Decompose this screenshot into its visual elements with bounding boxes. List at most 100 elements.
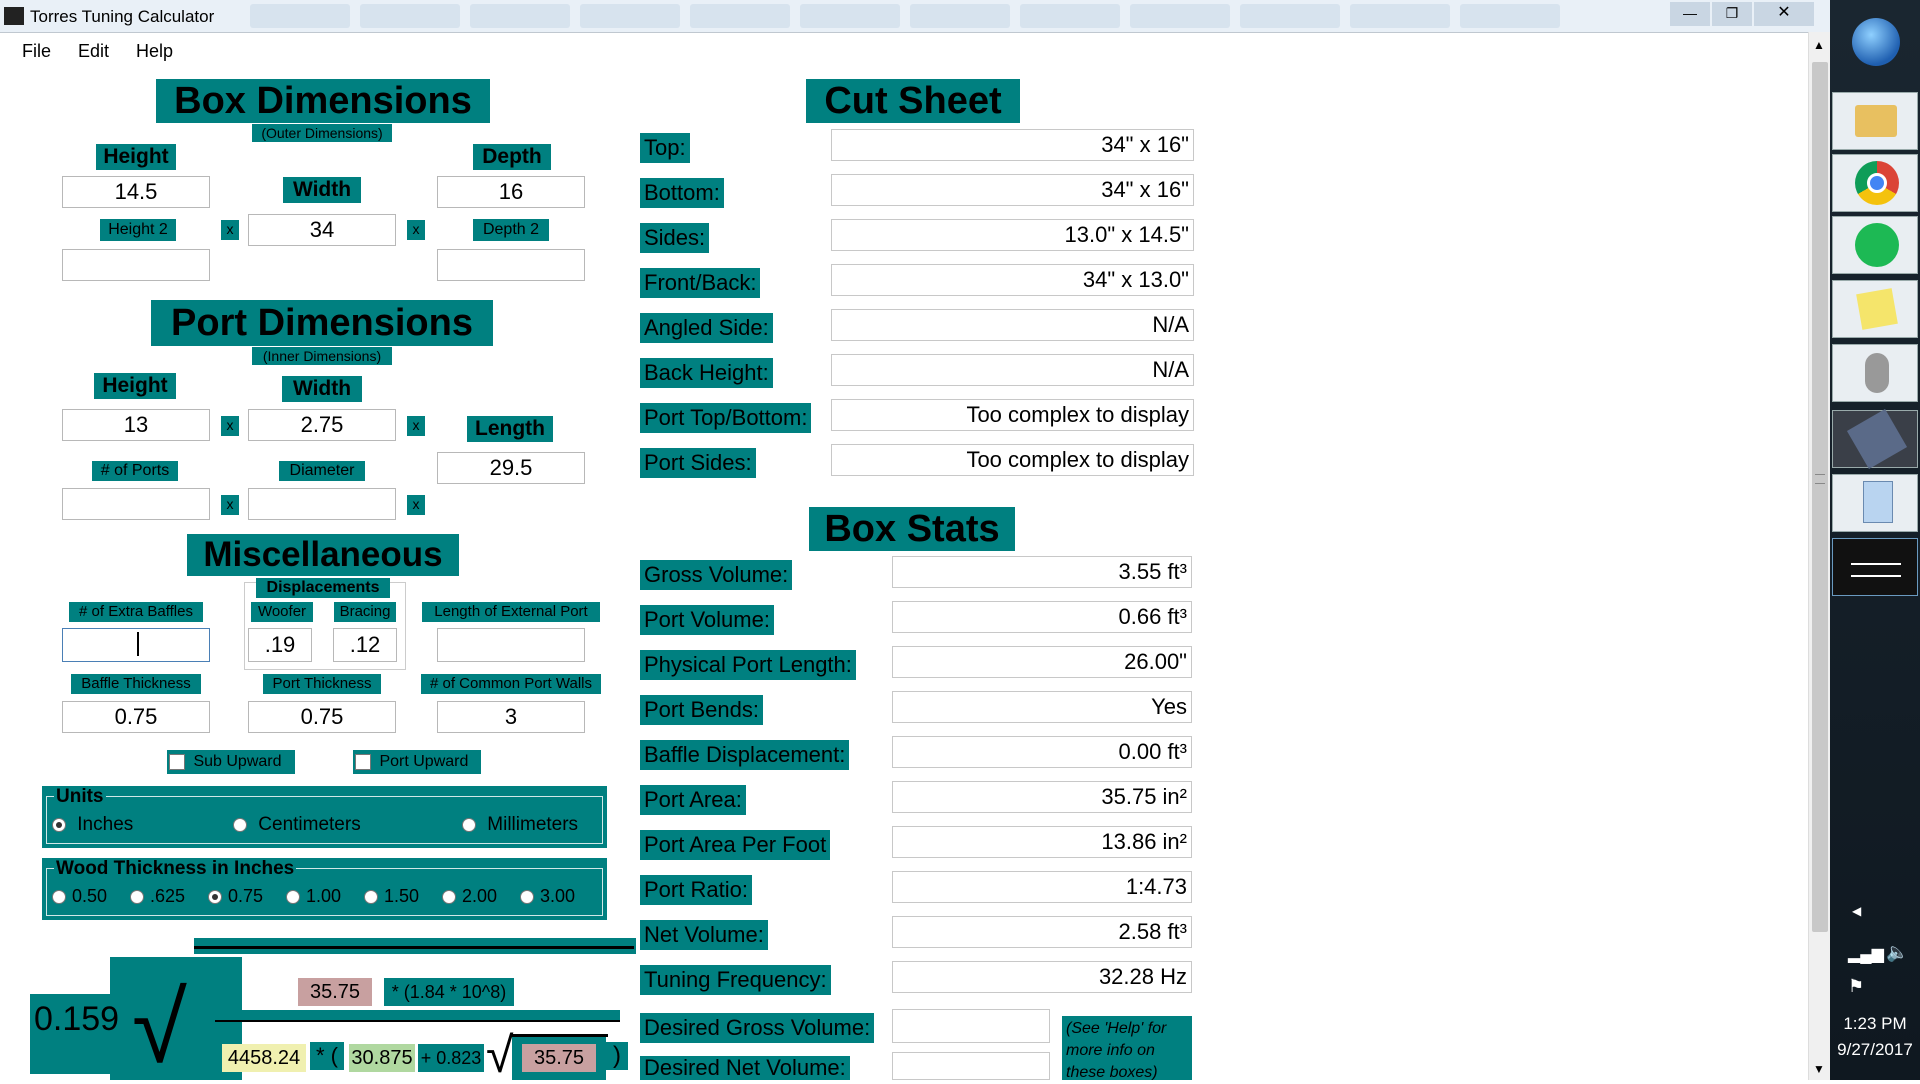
box-height-input[interactable] — [62, 176, 210, 208]
action-center-flag-icon[interactable]: ⚑ — [1848, 976, 1864, 997]
wood-option-2.00[interactable]: 2.00 — [442, 886, 497, 907]
clock-date[interactable]: 9/27/2017 — [1830, 1040, 1920, 1060]
background-tab[interactable] — [1130, 4, 1230, 28]
common-port-walls-input[interactable] — [437, 701, 585, 733]
clock-time[interactable]: 1:23 PM — [1830, 1014, 1920, 1034]
formula-port-area-value: 35.75 — [298, 978, 372, 1006]
tray-expand-icon[interactable]: ◀ — [1852, 904, 1861, 918]
background-tab[interactable] — [1460, 4, 1560, 28]
box-width-input[interactable] — [248, 214, 396, 246]
port-width-input[interactable] — [248, 409, 396, 441]
cut-sheet-label: Port Top/Bottom: — [640, 403, 812, 433]
cut-sheet-value: N/A — [831, 354, 1194, 386]
port-upward-checkbox[interactable]: Port Upward — [353, 750, 481, 774]
menu-file[interactable]: File — [22, 41, 51, 62]
baffle-thickness-label: Baffle Thickness — [71, 674, 201, 694]
scroll-up-arrow[interactable]: ▲ — [1813, 38, 1825, 52]
checkbox-icon — [169, 753, 185, 770]
taskbar-torres-tuning[interactable] — [1832, 538, 1918, 596]
units-inches-radio[interactable]: Inches — [52, 814, 133, 836]
vertical-scrollbar[interactable]: ▲ ▼ — [1808, 32, 1831, 1080]
box-stats-value: 35.75 in² — [892, 781, 1192, 813]
cut-sheet-label: Angled Side: — [640, 313, 773, 343]
port-thickness-label: Port Thickness — [263, 674, 381, 694]
external-port-length-input[interactable] — [437, 628, 585, 662]
taskbar-calculator[interactable] — [1832, 474, 1918, 532]
radio-icon — [233, 817, 247, 832]
wood-option-label: 3.00 — [540, 886, 576, 906]
wood-option-1.50[interactable]: 1.50 — [364, 886, 419, 907]
desired-gross-volume-input[interactable] — [892, 1009, 1050, 1043]
background-tab[interactable] — [580, 4, 680, 28]
cut-sheet-label: Back Height: — [640, 358, 773, 388]
box-stats-label: Port Volume: — [640, 605, 774, 635]
box-dimensions-subtitle: (Outer Dimensions) — [252, 124, 392, 142]
scroll-thumb[interactable] — [1812, 62, 1828, 932]
wood-option-3.00[interactable]: 3.00 — [520, 886, 575, 907]
port-height-input[interactable] — [62, 409, 210, 441]
wood-option-1.00[interactable]: 1.00 — [286, 886, 341, 907]
background-tab[interactable] — [1020, 4, 1120, 28]
baffle-thickness-input[interactable] — [62, 701, 210, 733]
scroll-down-arrow[interactable]: ▼ — [1813, 1062, 1825, 1076]
background-tab[interactable] — [1350, 4, 1450, 28]
bracing-displacement-input[interactable] — [333, 628, 397, 662]
taskbar-chrome[interactable] — [1832, 154, 1918, 212]
box-stats-value: 0.66 ft³ — [892, 601, 1192, 633]
box-stats-value: 2.58 ft³ — [892, 916, 1192, 948]
port-diameter-input[interactable] — [248, 488, 396, 520]
box-stats-label: Port Area: — [640, 785, 746, 815]
taskbar-spotify[interactable] — [1832, 216, 1918, 274]
menu-bar: File Edit Help — [0, 33, 1810, 67]
box-depth2-input[interactable] — [437, 249, 585, 281]
port-width-label: Width — [282, 376, 362, 402]
box-depth2-label: Depth 2 — [473, 219, 549, 241]
maximize-button[interactable]: ❐ — [1712, 2, 1752, 26]
close-button[interactable]: ✕ — [1754, 2, 1814, 26]
start-button[interactable] — [1852, 18, 1900, 66]
menu-edit[interactable]: Edit — [78, 41, 109, 62]
extra-baffles-input[interactable] — [62, 628, 210, 662]
formula-close-paren: ) — [606, 1042, 628, 1070]
sticky-notes-icon — [1856, 288, 1898, 330]
menu-help[interactable]: Help — [136, 41, 173, 62]
taskbar-file-explorer[interactable] — [1832, 92, 1918, 150]
port-diameter-label: Diameter — [279, 461, 365, 481]
minimize-button[interactable]: — — [1670, 2, 1710, 26]
sub-upward-checkbox[interactable]: Sub Upward — [167, 750, 295, 774]
background-tab[interactable] — [360, 4, 460, 28]
network-icon[interactable]: ▂▄▆ — [1848, 944, 1884, 964]
wood-option-.625[interactable]: .625 — [130, 886, 185, 907]
background-tab[interactable] — [1240, 4, 1340, 28]
taskbar-sticky-notes[interactable] — [1832, 280, 1918, 338]
woofer-label: Woofer — [251, 602, 313, 622]
wood-option-0.75[interactable]: 0.75 — [208, 886, 263, 907]
background-tab[interactable] — [250, 4, 350, 28]
background-tab[interactable] — [690, 4, 790, 28]
radio-icon — [462, 817, 476, 832]
formula-length-value: 30.875 — [349, 1044, 415, 1072]
units-cm-radio[interactable]: Centimeters — [233, 814, 361, 836]
box-height2-input[interactable] — [62, 249, 210, 281]
volume-icon[interactable]: 🔈 — [1886, 942, 1908, 963]
wood-option-0.50[interactable]: 0.50 — [52, 886, 107, 907]
port-thickness-input[interactable] — [248, 701, 396, 733]
port-height-label: Height — [94, 373, 176, 399]
background-tab[interactable] — [470, 4, 570, 28]
taskbar-mouse-app[interactable] — [1832, 344, 1918, 402]
desired-net-volume-input[interactable] — [892, 1052, 1050, 1080]
background-tab[interactable] — [910, 4, 1010, 28]
port-length-input[interactable] — [437, 452, 585, 484]
units-mm-radio[interactable]: Millimeters — [462, 814, 578, 836]
box-stats-value: 13.86 in² — [892, 826, 1192, 858]
fraction-line-teal — [215, 1010, 620, 1020]
woofer-displacement-input[interactable] — [248, 628, 312, 662]
box-height2-label: Height 2 — [100, 219, 176, 241]
cut-sheet-value: Too complex to display — [831, 399, 1194, 431]
port-upward-label: Port Upward — [379, 753, 469, 770]
port-count-input[interactable] — [62, 488, 210, 520]
box-depth-input[interactable] — [437, 176, 585, 208]
background-tab[interactable] — [800, 4, 900, 28]
taskbar-winisd[interactable] — [1832, 408, 1918, 470]
multiply-sign: x — [407, 220, 425, 240]
